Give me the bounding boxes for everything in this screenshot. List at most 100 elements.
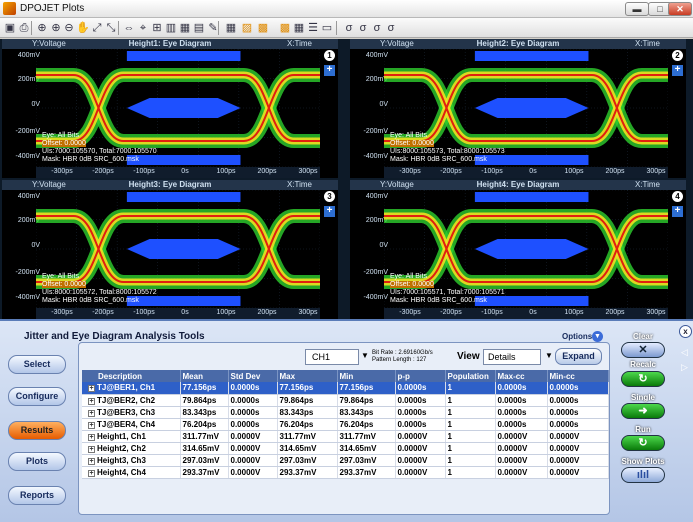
expand-row-icon[interactable]: +: [88, 397, 95, 405]
nav-plots-button[interactable]: Plots: [8, 452, 66, 471]
split-icon[interactable]: ▨: [240, 21, 254, 35]
expand-right-icon[interactable]: ▷: [681, 362, 688, 373]
collapse-left-icon[interactable]: ◁: [681, 347, 688, 358]
expand-row-icon[interactable]: +: [88, 409, 95, 417]
table-cell: 76.204ps: [277, 418, 338, 431]
table-cell: 76.204ps: [337, 418, 396, 431]
eye-label: Eye: All Bits: [390, 273, 427, 280]
column-header[interactable]: Description: [82, 370, 181, 382]
grid-icon[interactable]: ▦: [292, 21, 306, 35]
column-header[interactable]: p-p: [395, 370, 446, 382]
display-icon[interactable]: ▤: [192, 21, 206, 35]
analysis-panel: Jitter and Eye Diagram Analysis Tools Se…: [0, 319, 693, 522]
column-header[interactable]: Min: [337, 370, 396, 382]
nav-reports-button[interactable]: Reports: [8, 486, 66, 505]
table-row[interactable]: + TJ@BER3, Ch3 83.343ps 0.0000s 83.343ps 83.3…: [82, 406, 609, 419]
histogram-icon[interactable]: ▥: [164, 21, 178, 35]
x-tick-label: 300ps: [298, 309, 318, 316]
table-cell: 297.03mV: [180, 454, 229, 467]
zoom-in-icon[interactable]: ⊕: [49, 21, 63, 35]
fx4-icon[interactable]: σ: [384, 21, 398, 35]
x-tick-label: -200ps: [440, 168, 462, 175]
add-plot-button[interactable]: +: [672, 65, 683, 76]
cursor-icon[interactable]: ⇔: [122, 21, 136, 35]
table-row[interactable]: + TJ@BER1, Ch1 77.156ps 0.0000s 77.156ps 77.1…: [82, 382, 609, 395]
eye-diagram-plot[interactable]: Y:Voltage Height1: Eye Diagram X:Time 1 +400…: [2, 39, 338, 178]
single-button[interactable]: ➜: [621, 403, 665, 419]
run-button[interactable]: ↻: [621, 435, 665, 451]
column-header[interactable]: Max: [277, 370, 338, 382]
recalc-button[interactable]: ↻: [621, 371, 665, 387]
add-plot-button[interactable]: +: [324, 65, 335, 76]
mask-label: Mask: HBR 0dB SRC_600.msk: [42, 156, 139, 163]
fx2-icon[interactable]: σ: [356, 21, 370, 35]
nav-select-button[interactable]: Select: [8, 355, 66, 374]
table-cell: + TJ@BER4, Ch4: [82, 418, 181, 431]
close-panel-button[interactable]: x: [679, 325, 692, 338]
channel-select[interactable]: CH1: [305, 349, 359, 365]
table-row[interactable]: + Height4, Ch4 293.37mV 0.0000V 293.37mV 293.…: [82, 466, 609, 479]
eye-diagram-plot[interactable]: Y:Voltage Height2: Eye Diagram X:Time 2 +400…: [350, 39, 686, 178]
zoom-fit-h-icon[interactable]: ⤡: [104, 21, 118, 35]
close-window-button[interactable]: ✕: [668, 2, 692, 16]
table-row[interactable]: + Height2, Ch2 314.65mV 0.0000V 314.65mV 314.…: [82, 442, 609, 455]
expand-row-icon[interactable]: +: [88, 445, 95, 453]
histogram2-icon[interactable]: ▦: [178, 21, 192, 35]
expand-row-icon[interactable]: +: [88, 421, 95, 429]
column-header[interactable]: Max-cc: [495, 370, 548, 382]
window-icon[interactable]: ▭: [320, 21, 334, 35]
nav-results-button[interactable]: Results: [8, 421, 66, 440]
table-row[interactable]: + TJ@BER2, Ch2 79.864ps 0.0000s 79.864ps 79.8…: [82, 394, 609, 407]
x-tick-label: 0s: [181, 309, 189, 316]
zoom-out-icon[interactable]: ⊖: [62, 21, 76, 35]
table-cell: 0.0000V: [228, 454, 278, 467]
expand-row-icon[interactable]: +: [88, 433, 95, 441]
nav-configure-button[interactable]: Configure: [8, 387, 66, 406]
save-icon[interactable]: ▣: [3, 21, 17, 35]
row-description: Height3, Ch3: [97, 455, 146, 465]
pan-icon[interactable]: ✋: [76, 21, 90, 35]
table-cell: 0.0000V: [228, 430, 278, 443]
y-tick-label: 0V: [31, 101, 40, 108]
table-row[interactable]: + TJ@BER4, Ch4 76.204ps 0.0000s 76.204ps 76.2…: [82, 418, 609, 431]
options-chevron-icon[interactable]: ▼: [592, 331, 603, 342]
expand-row-icon[interactable]: +: [88, 385, 95, 393]
chevron-down-icon[interactable]: ▼: [361, 351, 369, 360]
zoom-fit-icon[interactable]: ⤢: [90, 21, 104, 35]
window-title: DPOJET Plots: [20, 3, 85, 14]
cursor-mode-icon[interactable]: ⌖: [136, 21, 150, 35]
options-menu[interactable]: Options: [562, 332, 592, 341]
column-header[interactable]: Mean: [180, 370, 229, 382]
minimize-button[interactable]: ▬: [625, 2, 649, 16]
measure-icon[interactable]: ⊞: [150, 21, 164, 35]
eye-diagram-plot[interactable]: Y:Voltage Height3: Eye Diagram X:Time 3 +400…: [2, 180, 338, 319]
fx3-icon[interactable]: σ: [370, 21, 384, 35]
add-plot-button[interactable]: +: [324, 206, 335, 217]
column-header[interactable]: Std Dev: [228, 370, 278, 382]
table-cell: 311.77mV: [337, 430, 396, 443]
show-plots-button[interactable]: ılıl: [621, 467, 665, 483]
table-icon[interactable]: ▦: [224, 21, 238, 35]
layout-icon[interactable]: ▩: [278, 21, 292, 35]
x-tick-label: -200ps: [92, 309, 114, 316]
marker-icon[interactable]: ▩: [256, 21, 270, 35]
view-select[interactable]: Details: [483, 349, 541, 365]
chevron-down-icon[interactable]: ▼: [545, 351, 553, 360]
zoom-icon[interactable]: ⊕: [35, 21, 49, 35]
list-icon[interactable]: ☰: [306, 21, 320, 35]
fx1-icon[interactable]: σ: [342, 21, 356, 35]
print-icon[interactable]: ⎙: [17, 21, 31, 35]
table-cell: 0.0000V: [228, 442, 278, 455]
table-row[interactable]: + Height3, Ch3 297.03mV 0.0000V 297.03mV 297.…: [82, 454, 609, 467]
column-header[interactable]: Population: [445, 370, 496, 382]
add-plot-button[interactable]: +: [672, 206, 683, 217]
eye-diagram-plot[interactable]: Y:Voltage Height4: Eye Diagram X:Time 4 +400…: [350, 180, 686, 319]
eye-info: Eye: All Bits Offset: 0.0000 UIs:8000:1055…: [390, 132, 505, 164]
y-tick-label: 200mV: [17, 76, 40, 83]
table-row[interactable]: + Height1, Ch1 311.77mV 0.0000V 311.77mV 311.…: [82, 430, 609, 443]
expand-row-icon[interactable]: +: [88, 457, 95, 465]
expand-row-icon[interactable]: +: [88, 469, 95, 477]
column-header[interactable]: Min-cc: [547, 370, 609, 382]
clear-button[interactable]: ✕: [621, 342, 665, 358]
expand-button[interactable]: Expand: [555, 348, 602, 365]
